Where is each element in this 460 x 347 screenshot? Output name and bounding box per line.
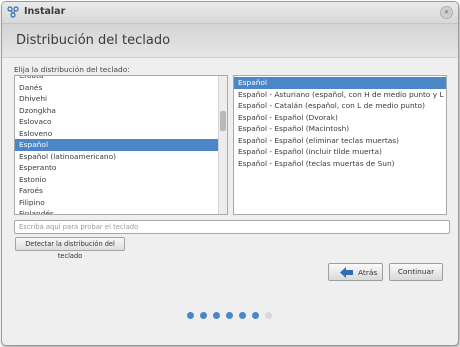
layout-list-item-selected[interactable]: Español [15,139,219,151]
variant-list-item-selected[interactable]: Español [234,77,446,89]
progress-dot [200,312,207,319]
layout-list-item[interactable]: Dzongkha [15,105,219,117]
installer-app-icon [7,6,19,18]
back-arrow-icon [340,267,353,278]
close-icon: × [443,8,450,16]
layout-list-item[interactable]: Finlandés [15,208,219,214]
variant-list-item[interactable]: Español - Español (teclas muertas de Sun… [234,158,446,170]
keyboard-test-input[interactable] [14,220,450,234]
layout-list-scrollbar[interactable] [218,76,227,214]
page-header: Distribución del teclado [2,24,458,58]
variant-list-item[interactable]: Español - Español (Macintosh) [234,123,446,135]
page-title: Distribución del teclado [16,33,171,48]
layout-list-item[interactable]: Español (latinoamericano) [15,151,219,163]
progress-dot [213,312,220,319]
layout-list-item[interactable]: Eslovaco [15,116,219,128]
variant-list-item[interactable]: Español - Español (incluir tilde muerta) [234,146,446,158]
back-button-label: Atrás [358,268,378,277]
keyboard-variant-rows: Español Español - Asturiano (español, con… [234,77,446,169]
keyboard-variant-list[interactable]: Español Español - Asturiano (español, con… [233,75,447,215]
layout-list-item[interactable]: Esperanto [15,162,219,174]
layout-list-item[interactable]: Dhivehi [15,93,219,105]
window-close-button[interactable]: × [440,6,453,19]
variant-list-item[interactable]: Español - Español (Dvorak) [234,112,446,124]
layout-list-scroll-thumb[interactable] [220,111,226,131]
progress-dot [187,312,194,319]
variant-list-item[interactable]: Español - Catalán (español, con L de med… [234,100,446,112]
detect-layout-button[interactable]: Detectar la distribución del teclado [15,237,125,260]
title-bar[interactable]: Instalar × [2,2,458,24]
progress-dot [252,312,259,319]
continue-button-label: Continuar [397,267,435,276]
keyboard-layout-rows: Croata Danés Dhivehi Dzongkha Eslovaco Eslove… [15,76,219,214]
keyboard-layout-list[interactable]: Croata Danés Dhivehi Dzongkha Eslovaco Eslove… [14,75,228,215]
installer-window: Instalar × Distribución del teclado Elij… [1,1,459,346]
layout-list-item[interactable]: Esloveno [15,128,219,140]
layout-list-item[interactable]: Faroés [15,185,219,197]
progress-dot [265,312,272,319]
progress-dot [239,312,246,319]
layout-list-item[interactable]: Danés [15,82,219,94]
back-button[interactable]: Atrás [328,263,383,281]
window-title: Instalar [24,6,66,17]
variant-list-item[interactable]: Español - Español (eliminar teclas muert… [234,135,446,147]
layout-list-item[interactable]: Estonio [15,174,219,186]
progress-dot [226,312,233,319]
layout-prompt-label: Elija la distribución del teclado: [14,65,130,74]
layout-list-item[interactable]: Filipino [15,197,219,209]
variant-list-item[interactable]: Español - Asturiano (español, con H de m… [234,89,446,101]
continue-button[interactable]: Continuar [389,263,443,281]
